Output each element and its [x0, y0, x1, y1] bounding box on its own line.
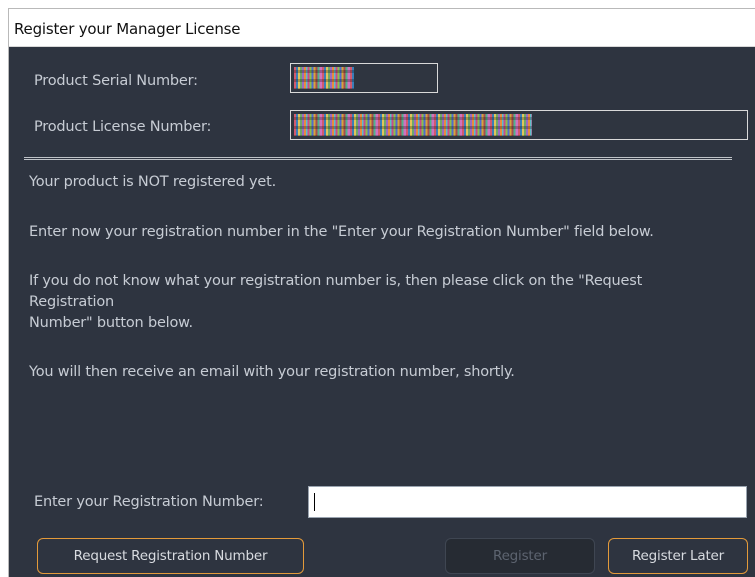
dialog-title: Register your Manager License: [14, 20, 241, 38]
help-message-line2: Registration: [29, 294, 115, 310]
register-later-button[interactable]: Register Later: [608, 538, 748, 574]
redacted-license: [294, 114, 532, 136]
request-registration-number-button[interactable]: Request Registration Number: [37, 538, 304, 574]
license-number-label: Product License Number:: [34, 119, 212, 135]
text-caret: [314, 493, 315, 511]
registration-number-label: Enter your Registration Number:: [34, 494, 264, 510]
title-bar: Register your Manager License: [9, 9, 755, 47]
register-button[interactable]: Register: [445, 538, 595, 574]
instruction-message: Enter now your registration number in th…: [29, 224, 654, 240]
license-number-field: [290, 110, 748, 140]
help-message-line3: Number" button below.: [29, 315, 193, 331]
register-license-dialog: Register your Manager License Product Se…: [8, 8, 755, 577]
help-message-line1: If you do not know what your registratio…: [29, 273, 643, 289]
status-message: Your product is NOT registered yet.: [29, 174, 276, 190]
separator: [24, 157, 732, 160]
email-message: You will then receive an email with your…: [29, 364, 515, 380]
serial-number-field: [290, 63, 438, 93]
serial-number-label: Product Serial Number:: [34, 73, 198, 89]
redacted-serial: [294, 67, 354, 89]
registration-number-input[interactable]: [308, 486, 747, 518]
